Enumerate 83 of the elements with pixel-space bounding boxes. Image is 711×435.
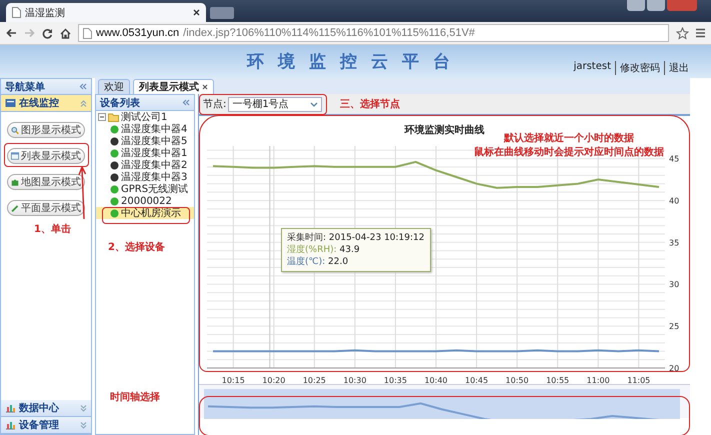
timeline-navigator[interactable]	[199, 384, 690, 418]
window-icon	[11, 151, 19, 161]
home-icon[interactable]	[60, 28, 71, 38]
reload-icon[interactable]	[42, 28, 53, 38]
close-icon[interactable]	[202, 84, 208, 90]
annotation-text: 三、选择节点	[340, 98, 400, 111]
site-title: 环境监控云平台	[247, 51, 464, 73]
chart-icon	[5, 403, 16, 413]
chart-title: 环境监测实时曲线	[403, 123, 486, 137]
page-tab[interactable]: 欢迎	[98, 79, 130, 94]
tab-title: 温湿监测	[25, 6, 65, 20]
caret-icon	[310, 102, 318, 106]
annotation-text: 1、单击	[34, 222, 71, 236]
axis-label: 40	[669, 196, 680, 206]
axis-label: 10:15	[222, 376, 245, 384]
tooltip-line: 温度(℃): 22.0	[287, 256, 350, 268]
axis-label: 30	[669, 280, 680, 290]
axis-label: 20	[669, 364, 680, 373]
back-icon[interactable]	[6, 28, 17, 38]
axis-label: 10:45	[465, 376, 488, 384]
tooltip-line: 湿度(%RH): 43.9	[287, 244, 361, 256]
mode-button[interactable]: 图形显示模式	[7, 122, 85, 138]
expand-icon[interactable]	[80, 404, 87, 412]
device-item[interactable]: 温湿度集中器3	[96, 171, 194, 183]
axis-label: 10:55	[546, 376, 570, 384]
annotation-text: 鼠标在曲线移动时会提示对应时间点的数据	[474, 145, 664, 159]
axis-label: 11:00	[586, 376, 610, 384]
page-icon	[83, 28, 92, 38]
accordion-header[interactable]: 在线监控	[1, 95, 91, 112]
header-link[interactable]: 退出	[664, 61, 689, 75]
axis-label: 10:30	[343, 376, 366, 384]
search-icon	[11, 124, 19, 136]
page-icon	[12, 7, 21, 18]
chart-icon	[5, 420, 16, 430]
axis-label: 10:35	[384, 376, 407, 384]
mode-button[interactable]: 平面显示模式	[7, 200, 85, 216]
panel-title: 导航菜单	[5, 80, 45, 94]
annotation-text: 时间轴选择	[110, 390, 160, 404]
section-title: 数据中心	[19, 401, 59, 415]
puzzle-icon	[11, 176, 19, 188]
annotation-text: 默认选择就近一个小时的数据	[502, 132, 635, 145]
field-label: 节点:	[203, 98, 226, 111]
device-item[interactable]: 温湿度集中器2	[96, 159, 194, 171]
page-tab[interactable]: 列表显示模式	[133, 79, 214, 94]
axis-label: 45	[669, 154, 680, 164]
device-item[interactable]: 温湿度集中器1	[96, 147, 194, 159]
username: jarstest	[574, 61, 611, 74]
section-title: 设备管理	[19, 418, 59, 432]
monitor-icon	[5, 98, 16, 108]
menu-icon[interactable]	[696, 28, 705, 38]
axis-label: 10:20	[262, 376, 286, 384]
axis-label: 10:40	[424, 376, 448, 384]
collapse-icon[interactable]	[98, 113, 106, 121]
browser-tab[interactable]: 温湿监测	[6, 3, 206, 22]
close-icon[interactable]	[193, 9, 200, 16]
device-item[interactable]: 中心机房演示	[96, 207, 194, 219]
mode-button[interactable]: 列表显示模式	[7, 148, 85, 164]
axis-label: 10:50	[506, 376, 529, 384]
axis-label: 11:05	[627, 376, 650, 384]
tooltip-line: 采集时间: 2015-04-23 10:19:12	[287, 232, 424, 244]
pencil-icon	[11, 202, 19, 214]
device-item[interactable]: GPRS无线测试	[96, 183, 194, 195]
minimize-icon[interactable]	[627, 0, 645, 11]
axis-label: 25	[669, 322, 680, 332]
tree-item[interactable]: 测试公司1	[121, 110, 168, 124]
axis-label: 35	[669, 238, 680, 248]
mode-button[interactable]: 地图显示模式	[7, 174, 85, 190]
accordion-header[interactable]: 数据中心	[1, 400, 91, 417]
maximize-icon[interactable]	[647, 0, 665, 11]
device-item[interactable]: 温湿度集中器4	[96, 123, 194, 135]
star-icon[interactable]	[676, 26, 689, 40]
address-bar[interactable]: www.0531yun.cn /index.jsp?106%110%114%115%116%101%115%116,51V#	[78, 24, 669, 42]
panel-title: 设备列表	[100, 96, 140, 110]
accordion-header[interactable]: 设备管理	[1, 417, 91, 434]
section-title: 在线监控	[19, 96, 59, 110]
device-item[interactable]: 20000022	[96, 195, 194, 207]
forward-icon[interactable]	[24, 28, 35, 38]
expand-icon[interactable]	[80, 422, 87, 428]
device-item[interactable]: 温湿度集中器5	[96, 135, 194, 147]
node-dropdown[interactable]: 一号棚1号点	[228, 96, 322, 112]
axis-label: 10:25	[302, 376, 326, 384]
annotation-text: 2、选择设备	[108, 240, 165, 254]
header-link[interactable]: 修改密码	[615, 61, 660, 75]
